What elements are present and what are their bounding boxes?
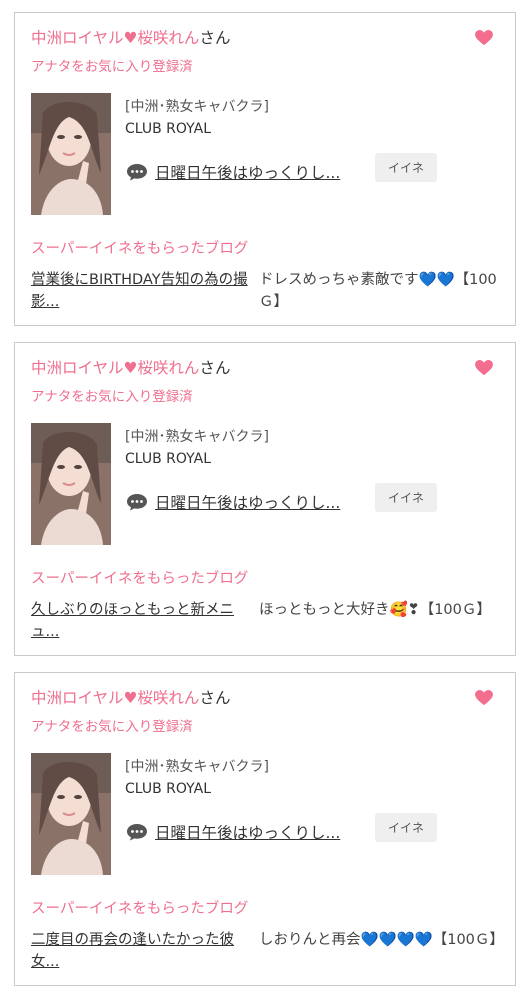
card-title: 中洲ロイヤル♥桜咲れんさん: [31, 27, 230, 49]
latest-blog-link[interactable]: 日曜日午後はゆっくりし...: [155, 491, 340, 513]
latest-blog-link[interactable]: 日曜日午後はゆっくりし...: [155, 821, 340, 843]
blog-post-link[interactable]: 久しぶりのほっともっと新メニュ...: [31, 599, 249, 643]
iine-button[interactable]: イイネ: [375, 813, 437, 842]
card-title: 中洲ロイヤル♥桜咲れんさん: [31, 357, 230, 379]
cast-name-link[interactable]: 中洲ロイヤル♥桜咲れん: [31, 689, 199, 707]
iine-button[interactable]: イイネ: [375, 153, 437, 182]
super-iine-section-label: スーパーイイネをもらったブログ: [31, 241, 249, 257]
favorite-status: アナタをお気に入り登録済: [31, 59, 193, 75]
shop-name: CLUB ROYAL: [125, 451, 212, 467]
honorific: さん: [199, 359, 231, 377]
card-title: 中洲ロイヤル♥桜咲れんさん: [31, 687, 230, 709]
cast-name-link[interactable]: 中洲ロイヤル♥桜咲れん: [31, 29, 199, 47]
shop-name: CLUB ROYAL: [125, 781, 212, 797]
latest-blog-link[interactable]: 日曜日午後はゆっくりし...: [155, 161, 340, 183]
blog-post-link[interactable]: 二度目の再会の逢いたかった彼女...: [31, 929, 249, 973]
gift-comment: ドレスめっちゃ素敵です💙💙【100Ｇ】: [259, 272, 497, 310]
cast-photo[interactable]: [31, 423, 111, 545]
heart-icon[interactable]: [475, 360, 493, 376]
notification-card: 中洲ロイヤル♥桜咲れんさん アナタをお気に入り登録済 [中洲･熟女キャバクラ] …: [14, 12, 516, 326]
favorite-status: アナタをお気に入り登録済: [31, 719, 193, 735]
chat-bubble-icon: [127, 824, 147, 841]
honorific: さん: [199, 689, 231, 707]
notification-card: 中洲ロイヤル♥桜咲れんさん アナタをお気に入り登録済 [中洲･熟女キャバクラ] …: [14, 342, 516, 656]
cast-name-link[interactable]: 中洲ロイヤル♥桜咲れん: [31, 359, 199, 377]
favorite-status: アナタをお気に入り登録済: [31, 389, 193, 405]
super-iine-section-label: スーパーイイネをもらったブログ: [31, 571, 249, 587]
heart-icon[interactable]: [475, 30, 493, 46]
shop-category: [中洲･熟女キャバクラ]: [125, 429, 269, 445]
gift-comment: ほっともっと大好き🥰❣【100Ｇ】: [259, 602, 491, 618]
cast-photo[interactable]: [31, 753, 111, 875]
gift-comment: しおりんと再会💙💙💙💙【100Ｇ】: [259, 932, 504, 948]
honorific: さん: [199, 29, 231, 47]
shop-category: [中洲･熟女キャバクラ]: [125, 759, 269, 775]
heart-icon[interactable]: [475, 690, 493, 706]
cast-photo[interactable]: [31, 93, 111, 215]
shop-category: [中洲･熟女キャバクラ]: [125, 99, 269, 115]
chat-bubble-icon: [127, 164, 147, 181]
iine-button[interactable]: イイネ: [375, 483, 437, 512]
notification-card: 中洲ロイヤル♥桜咲れんさん アナタをお気に入り登録済 [中洲･熟女キャバクラ] …: [14, 672, 516, 986]
blog-post-link[interactable]: 営業後にBIRTHDAY告知の為の撮影...: [31, 269, 249, 313]
shop-name: CLUB ROYAL: [125, 121, 212, 137]
chat-bubble-icon: [127, 494, 147, 511]
super-iine-section-label: スーパーイイネをもらったブログ: [31, 901, 249, 917]
